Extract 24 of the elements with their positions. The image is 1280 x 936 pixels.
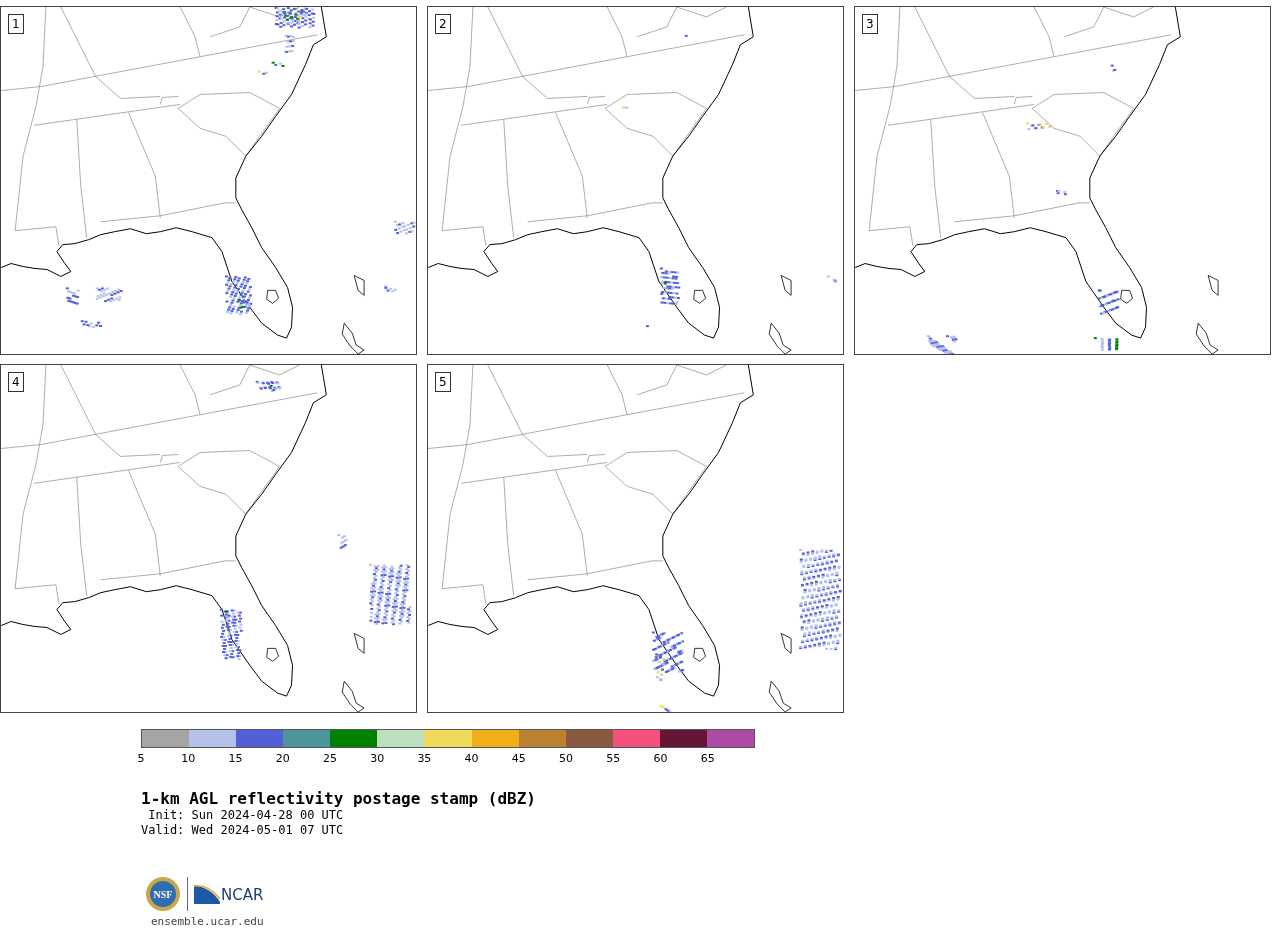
tick-label: 65 [700, 752, 715, 765]
tick-label: 50 [559, 752, 574, 765]
panel-number: 5 [435, 372, 451, 392]
init-time: Init: Sun 2024-04-28 00 UTC [147, 808, 345, 823]
tick-label: 15 [228, 752, 243, 765]
panel-number: 1 [8, 14, 24, 34]
website-url: ensemble.ucar.edu [151, 915, 265, 928]
panel-number: 2 [435, 14, 451, 34]
tick-label: 30 [370, 752, 385, 765]
panel-number: 3 [862, 14, 878, 34]
ncar-logo: NCAR [194, 884, 264, 904]
tick-label: 60 [653, 752, 668, 765]
tick-label: 20 [275, 752, 290, 765]
tick-label: 35 [417, 752, 432, 765]
tick-label: 40 [464, 752, 479, 765]
panel-number: 4 [8, 372, 24, 392]
valid-time: Valid: Wed 2024-05-01 07 UTC [141, 823, 345, 838]
tick-label: 5 [137, 752, 145, 765]
nsf-logo: NSF [145, 876, 181, 912]
chart-title: 1-km AGL reflectivity postage stamp (dBZ) [141, 790, 537, 808]
tick-label: 55 [606, 752, 621, 765]
tick-label: 25 [322, 752, 337, 765]
tick-label: 45 [511, 752, 526, 765]
tick-label: 10 [181, 752, 196, 765]
